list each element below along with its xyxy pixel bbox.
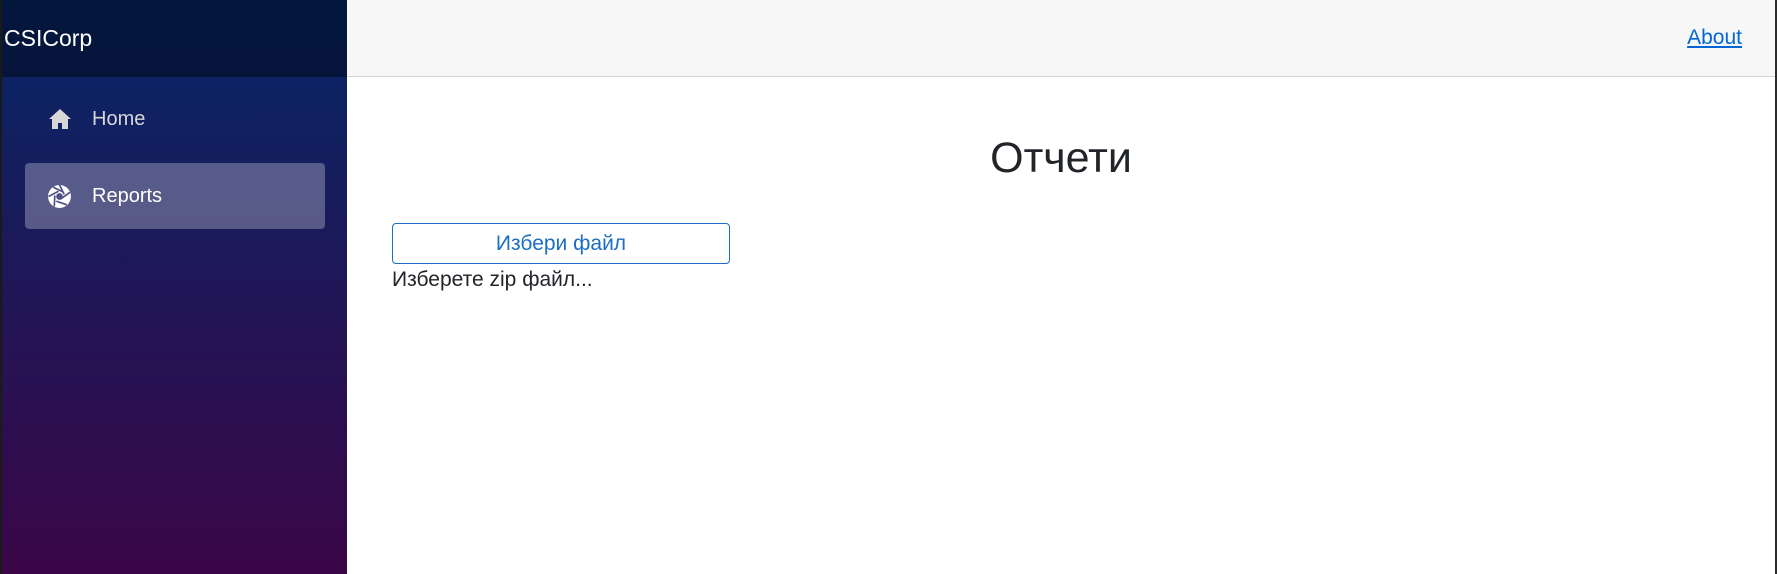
file-hint-text: Изберете zip файл... bbox=[392, 268, 593, 291]
top-row: About bbox=[347, 0, 1775, 77]
sidebar-item-home[interactable]: Home bbox=[25, 86, 325, 152]
app-window: CSICorp Home Reports About Отчети Избери… bbox=[0, 0, 1777, 574]
page-content: Отчети Избери файл Изберете zip файл... bbox=[347, 77, 1775, 574]
about-link[interactable]: About bbox=[1687, 26, 1742, 50]
home-icon bbox=[47, 107, 72, 132]
main-area: About Отчети Избери файл Изберете zip фа… bbox=[347, 0, 1777, 574]
page-title: Отчети bbox=[990, 134, 1132, 182]
sidebar-nav: Home Reports bbox=[2, 77, 347, 229]
choose-file-button[interactable]: Избери файл bbox=[392, 223, 730, 264]
sidebar: CSICorp Home Reports bbox=[2, 0, 347, 574]
brand-bar: CSICorp bbox=[2, 0, 347, 77]
brand-name[interactable]: CSICorp bbox=[4, 25, 92, 52]
sidebar-item-label: Home bbox=[92, 107, 146, 130]
sidebar-item-label: Reports bbox=[92, 184, 163, 207]
sidebar-item-reports[interactable]: Reports bbox=[25, 163, 325, 229]
aperture-icon bbox=[47, 184, 72, 209]
